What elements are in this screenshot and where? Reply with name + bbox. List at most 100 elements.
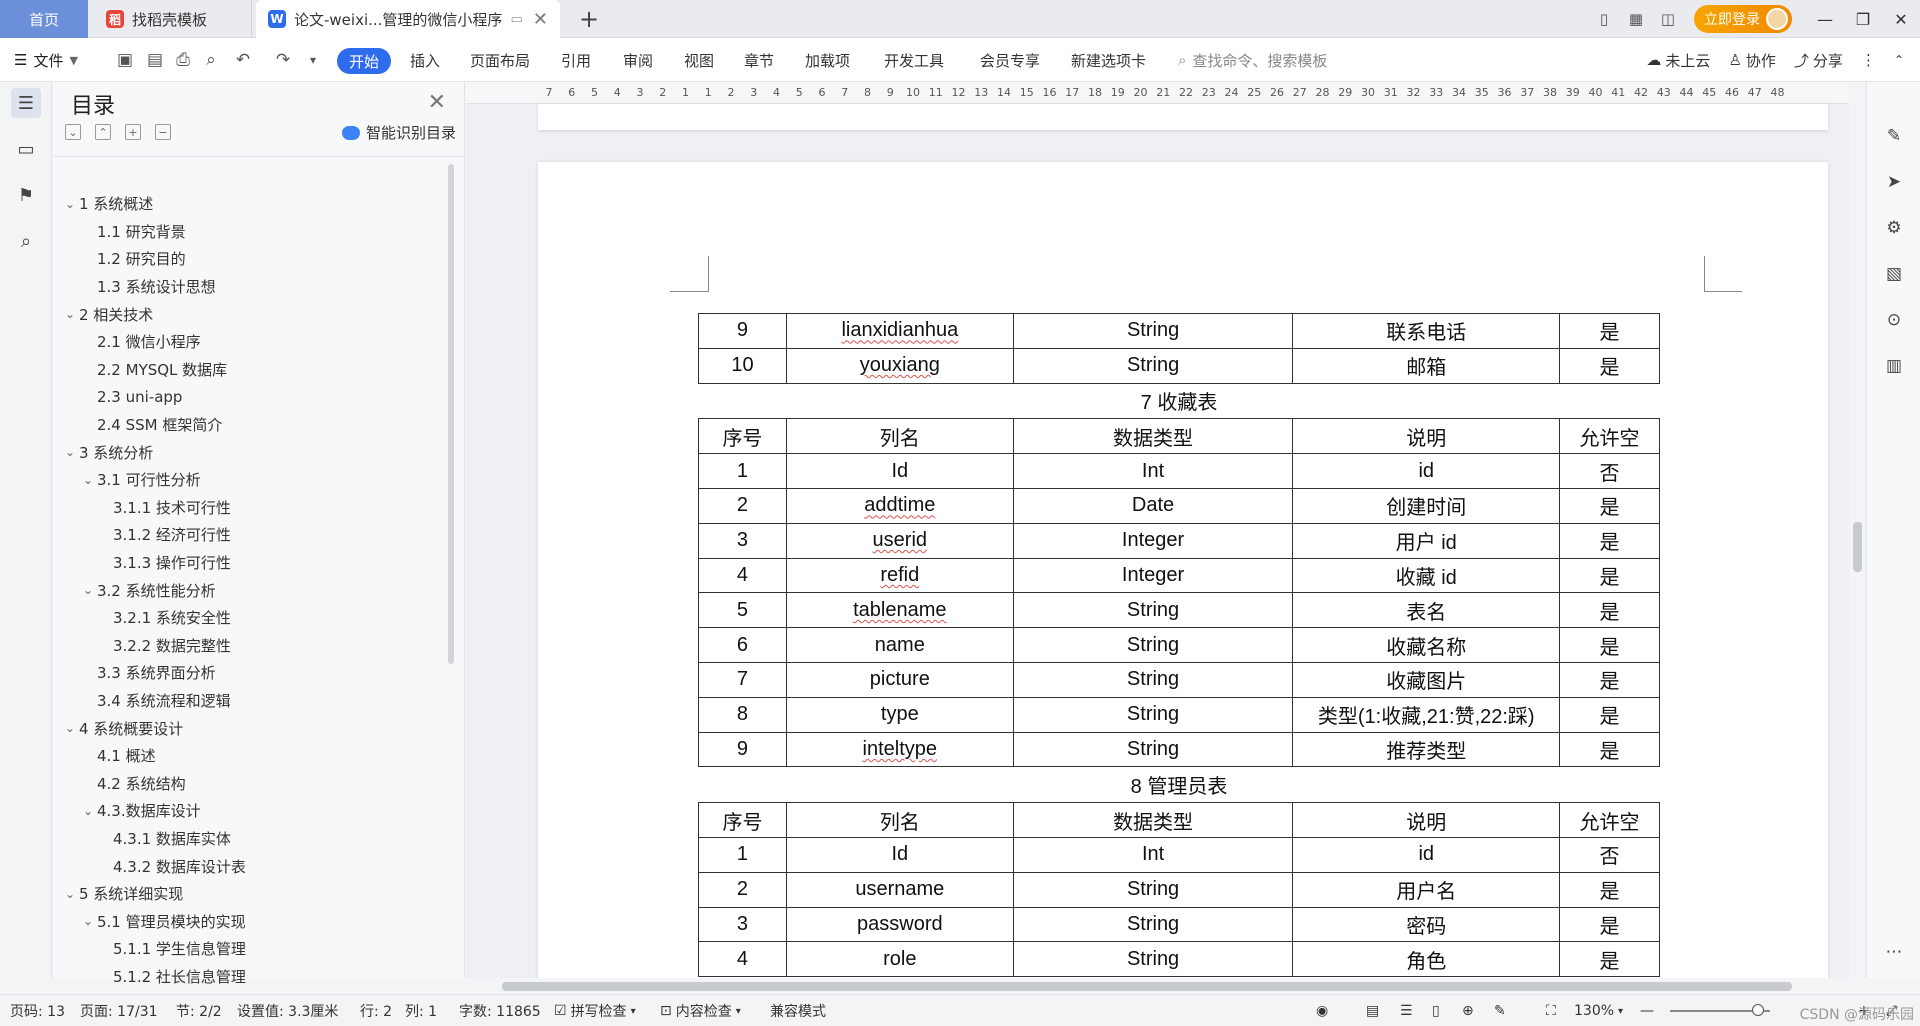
table-cell[interactable]: String xyxy=(1012,871,1294,908)
table-cell[interactable]: Id xyxy=(785,836,1014,873)
toc-item[interactable]: 3.3 系统界面分析 xyxy=(53,659,443,687)
chevron-down-icon[interactable]: ⌄ xyxy=(79,473,97,487)
table-cell[interactable]: 5 xyxy=(698,592,787,629)
table-cell[interactable]: 9 xyxy=(698,313,787,349)
vertical-scrollbar[interactable] xyxy=(1849,82,1866,978)
status-col[interactable]: 列: 1 xyxy=(405,995,437,1026)
chevron-down-icon[interactable]: ⌄ xyxy=(79,914,97,928)
close-window-icon[interactable]: ✕ xyxy=(1882,0,1920,38)
toc-item[interactable]: ⌄ 3.2 系统性能分析 xyxy=(53,576,443,604)
table-cell[interactable]: Integer xyxy=(1012,522,1294,559)
toc-item[interactable]: 3.1.1 技术可行性 xyxy=(53,494,443,522)
tab-member[interactable]: 会员专享 xyxy=(980,38,1040,82)
table-cell[interactable]: 用户名 xyxy=(1292,871,1561,908)
chevron-down-icon[interactable]: ⌄ xyxy=(61,445,79,459)
toc-item[interactable]: 2.4 SSM 框架简介 xyxy=(53,411,443,439)
web-view-icon[interactable]: ⊕ xyxy=(1462,995,1474,1026)
table-cell[interactable]: Date xyxy=(1012,487,1294,524)
zoom-slider-handle[interactable] xyxy=(1752,1004,1764,1016)
save-icon[interactable]: ▣ xyxy=(114,49,136,71)
outline-view-icon[interactable]: ☰ xyxy=(1400,995,1413,1026)
toc-item[interactable]: 3.4 系统流程和逻辑 xyxy=(53,687,443,715)
table-cell[interactable]: String xyxy=(1012,627,1294,663)
login-button[interactable]: 立即登录 xyxy=(1694,5,1792,33)
table-header-cell[interactable]: 说明 xyxy=(1292,802,1561,838)
print-icon[interactable]: ⎙ xyxy=(172,49,194,71)
table-cell[interactable]: 1 xyxy=(698,453,787,489)
minimize-icon[interactable]: — xyxy=(1806,0,1844,38)
table-cell[interactable]: String xyxy=(1012,941,1294,978)
fit-page-icon[interactable]: ⛶ xyxy=(1546,995,1556,1026)
quick-access-more-icon[interactable]: ▾ xyxy=(302,49,324,71)
table-cell[interactable]: 3 xyxy=(698,906,787,943)
table-header-cell[interactable]: 允许空 xyxy=(1559,418,1660,455)
tab-developer[interactable]: 开发工具 xyxy=(884,38,944,82)
table-cell[interactable]: 是 xyxy=(1559,347,1660,384)
spell-check[interactable]: ☑ 拼写检查 ▾ xyxy=(554,995,636,1026)
chevron-down-icon[interactable]: ⌄ xyxy=(61,721,79,735)
page-view-icon[interactable]: ▤ xyxy=(1366,995,1379,1026)
table-cell[interactable]: 3 xyxy=(698,522,787,559)
table-cell[interactable]: refid xyxy=(785,557,1014,594)
table-cell[interactable]: String xyxy=(1012,661,1294,698)
table-cell[interactable]: 创建时间 xyxy=(1292,487,1561,524)
table-cell[interactable]: 是 xyxy=(1559,871,1660,908)
table-cell[interactable]: 6 xyxy=(698,627,787,663)
zoom-level[interactable]: 130% ▾ xyxy=(1574,995,1623,1026)
toc-item[interactable]: ⌄ 2 相关技术 xyxy=(53,300,443,328)
table-cell[interactable]: 是 xyxy=(1559,941,1660,978)
toc-item[interactable]: 4.2 系统结构 xyxy=(53,769,443,797)
skin-icon[interactable]: ◫ xyxy=(1652,0,1684,38)
table-cell[interactable]: picture xyxy=(785,661,1014,698)
tab-page-layout[interactable]: 页面布局 xyxy=(470,38,530,82)
add-heading-icon[interactable]: + xyxy=(125,124,141,140)
toc-item[interactable]: 2.1 微信小程序 xyxy=(53,328,443,356)
table-cell[interactable]: 8 xyxy=(698,696,787,733)
cloud-status[interactable]: ☁ 未上云 xyxy=(1646,50,1710,71)
table-cell[interactable]: 是 xyxy=(1559,661,1660,698)
toc-item[interactable]: ⌄ 5.1 管理员模块的实现 xyxy=(53,907,443,935)
tab-review[interactable]: 审阅 xyxy=(623,38,653,82)
table-header-cell[interactable]: 序号 xyxy=(698,802,787,838)
table-cell[interactable]: 否 xyxy=(1559,453,1660,489)
table-cell[interactable]: 收藏名称 xyxy=(1292,627,1561,663)
toc-item[interactable]: 5.1.2 社长信息管理 xyxy=(53,963,443,991)
chevron-down-icon[interactable]: ⌄ xyxy=(61,887,79,901)
table-cell[interactable]: 1 xyxy=(698,836,787,873)
location-icon[interactable]: ⊙ xyxy=(1882,308,1906,332)
table-header-cell[interactable]: 序号 xyxy=(698,418,787,455)
table-cell[interactable]: 7 xyxy=(698,661,787,698)
content-check[interactable]: ⊡ 内容检查 ▾ xyxy=(660,995,741,1026)
status-row[interactable]: 行: 2 xyxy=(360,995,392,1026)
table-header-cell[interactable]: 允许空 xyxy=(1559,802,1660,838)
table-cell[interactable]: 是 xyxy=(1559,557,1660,594)
print-preview-icon[interactable]: ⌕ xyxy=(200,49,222,71)
table-header-cell[interactable]: 说明 xyxy=(1292,418,1561,455)
table-cell[interactable]: 是 xyxy=(1559,487,1660,524)
status-setting[interactable]: 设置值: 3.3厘米 xyxy=(237,995,338,1026)
toc-item[interactable]: 2.3 uni-app xyxy=(53,383,443,411)
table-header-cell[interactable]: 列名 xyxy=(785,418,1014,455)
chevron-down-icon[interactable]: ⌄ xyxy=(79,804,97,818)
toc-icon[interactable]: ☰ xyxy=(11,88,41,118)
reading-layout-icon[interactable]: ▯ xyxy=(1588,0,1620,38)
table-cell[interactable]: 是 xyxy=(1559,627,1660,663)
zoom-out-icon[interactable]: — xyxy=(1640,995,1654,1026)
toc-item[interactable]: 3.1.2 经济可行性 xyxy=(53,521,443,549)
table-cell[interactable]: 2 xyxy=(698,487,787,524)
toc-item[interactable]: 1.2 研究目的 xyxy=(53,245,443,273)
table-cell[interactable]: id xyxy=(1292,453,1561,489)
table-cell[interactable]: 收藏图片 xyxy=(1292,661,1561,698)
toc-item[interactable]: 5.1.1 学生信息管理 xyxy=(53,935,443,963)
export-pdf-icon[interactable]: ▤ xyxy=(144,49,166,71)
table-cell[interactable]: 4 xyxy=(698,557,787,594)
table-header-cell[interactable]: 数据类型 xyxy=(1012,418,1294,455)
pin-icon[interactable]: ▭ xyxy=(510,12,522,27)
table-cell[interactable]: 9 xyxy=(698,731,787,768)
collapse-ribbon-icon[interactable]: ⌃ xyxy=(1894,53,1904,67)
scroll-thumb[interactable] xyxy=(1853,522,1862,572)
table-cell[interactable]: 10 xyxy=(698,347,787,384)
table-cell[interactable]: type xyxy=(785,696,1014,733)
tab-document[interactable]: W 论文-weixi...管理的微信小程序 ▭ ✕ xyxy=(256,0,560,38)
tab-start[interactable]: 开始 xyxy=(337,48,392,74)
